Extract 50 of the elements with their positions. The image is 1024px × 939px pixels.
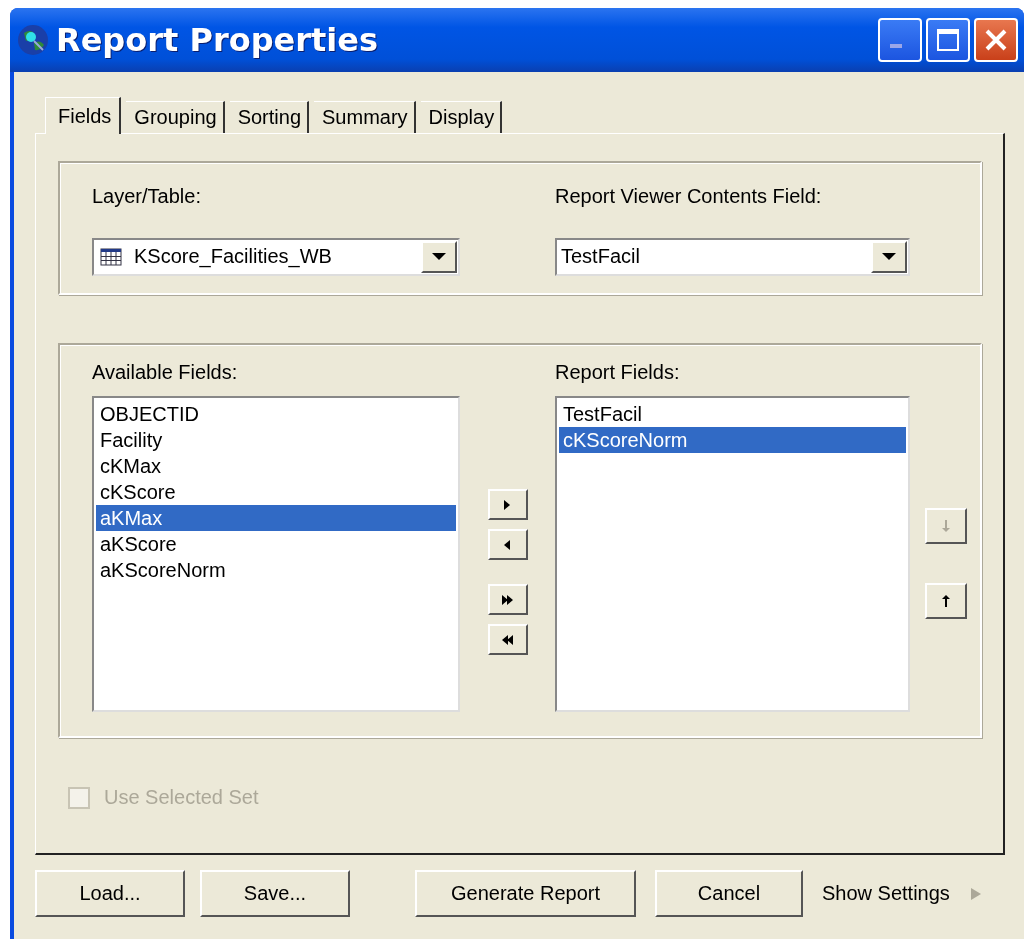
- dropdown-field[interactable]: KScore_Facilities_WB: [92, 237, 460, 276]
- field-list[interactable]: OBJECTID Facility cKMax cKScore aKMax aKScore aKScoreNorm: [92, 396, 460, 712]
- globe-icon: [16, 23, 50, 57]
- list-item[interactable]: cKScoreNorm: [559, 427, 906, 453]
- double-left-arrow-icon: [501, 633, 514, 646]
- list-label: Report Fields:: [555, 361, 681, 384]
- close-button[interactable]: [974, 18, 1018, 62]
- minimize-icon: [890, 44, 902, 48]
- list-item[interactable]: aKScore: [96, 531, 456, 557]
- dropdown-button[interactable]: [421, 240, 457, 273]
- list-item[interactable]: TestFacil: [559, 401, 906, 427]
- dropdown-button[interactable]: [871, 240, 907, 273]
- tab[interactable]: Sorting: [229, 101, 309, 133]
- add-field-button[interactable]: [487, 489, 528, 520]
- list-item[interactable]: cKScore: [96, 479, 456, 505]
- double-right-arrow-icon: [501, 593, 514, 606]
- move-up-button[interactable]: [925, 583, 967, 619]
- list-item[interactable]: cKMax: [96, 453, 456, 479]
- dialog-button[interactable]: Generate Report: [415, 870, 636, 917]
- show-settings-link[interactable]: Show Settings: [822, 882, 950, 905]
- list-item[interactable]: Facility: [96, 427, 456, 453]
- tab[interactable]: Fields: [45, 97, 122, 134]
- maximize-icon: [935, 27, 961, 53]
- maximize-button[interactable]: [926, 18, 970, 62]
- tab[interactable]: Summary: [314, 101, 416, 133]
- list-label: Available Fields:: [92, 361, 239, 384]
- list-item[interactable]: aKMax: [96, 505, 456, 531]
- caret-icon: [882, 252, 896, 261]
- dialog-button[interactable]: Load...: [35, 870, 185, 917]
- field-list[interactable]: TestFacil cKScoreNorm: [555, 396, 910, 712]
- dialog-button[interactable]: Cancel: [655, 870, 803, 917]
- tab[interactable]: Display: [420, 101, 503, 133]
- up-arrow-icon: [940, 594, 952, 608]
- field-label: Layer/Table:: [92, 185, 202, 209]
- add-all-button[interactable]: [487, 584, 528, 615]
- list-item[interactable]: OBJECTID: [96, 401, 456, 427]
- close-icon: [983, 27, 1009, 53]
- window-title: Report Properties: [56, 21, 380, 59]
- dropdown-field[interactable]: TestFacil: [555, 237, 910, 276]
- dialog-button[interactable]: Save...: [200, 870, 350, 917]
- checkbox-label: Use Selected Set: [104, 786, 259, 809]
- field-label: Report Viewer Contents Field:: [555, 185, 823, 209]
- down-arrow-icon: [940, 519, 952, 533]
- minimize-button[interactable]: [878, 18, 922, 62]
- table-icon: [100, 247, 122, 266]
- list-item[interactable]: aKScoreNorm: [96, 557, 456, 583]
- tab[interactable]: Grouping: [126, 101, 225, 133]
- caret-icon: [432, 252, 446, 261]
- remove-all-button[interactable]: [487, 624, 528, 655]
- remove-field-button[interactable]: [487, 529, 528, 560]
